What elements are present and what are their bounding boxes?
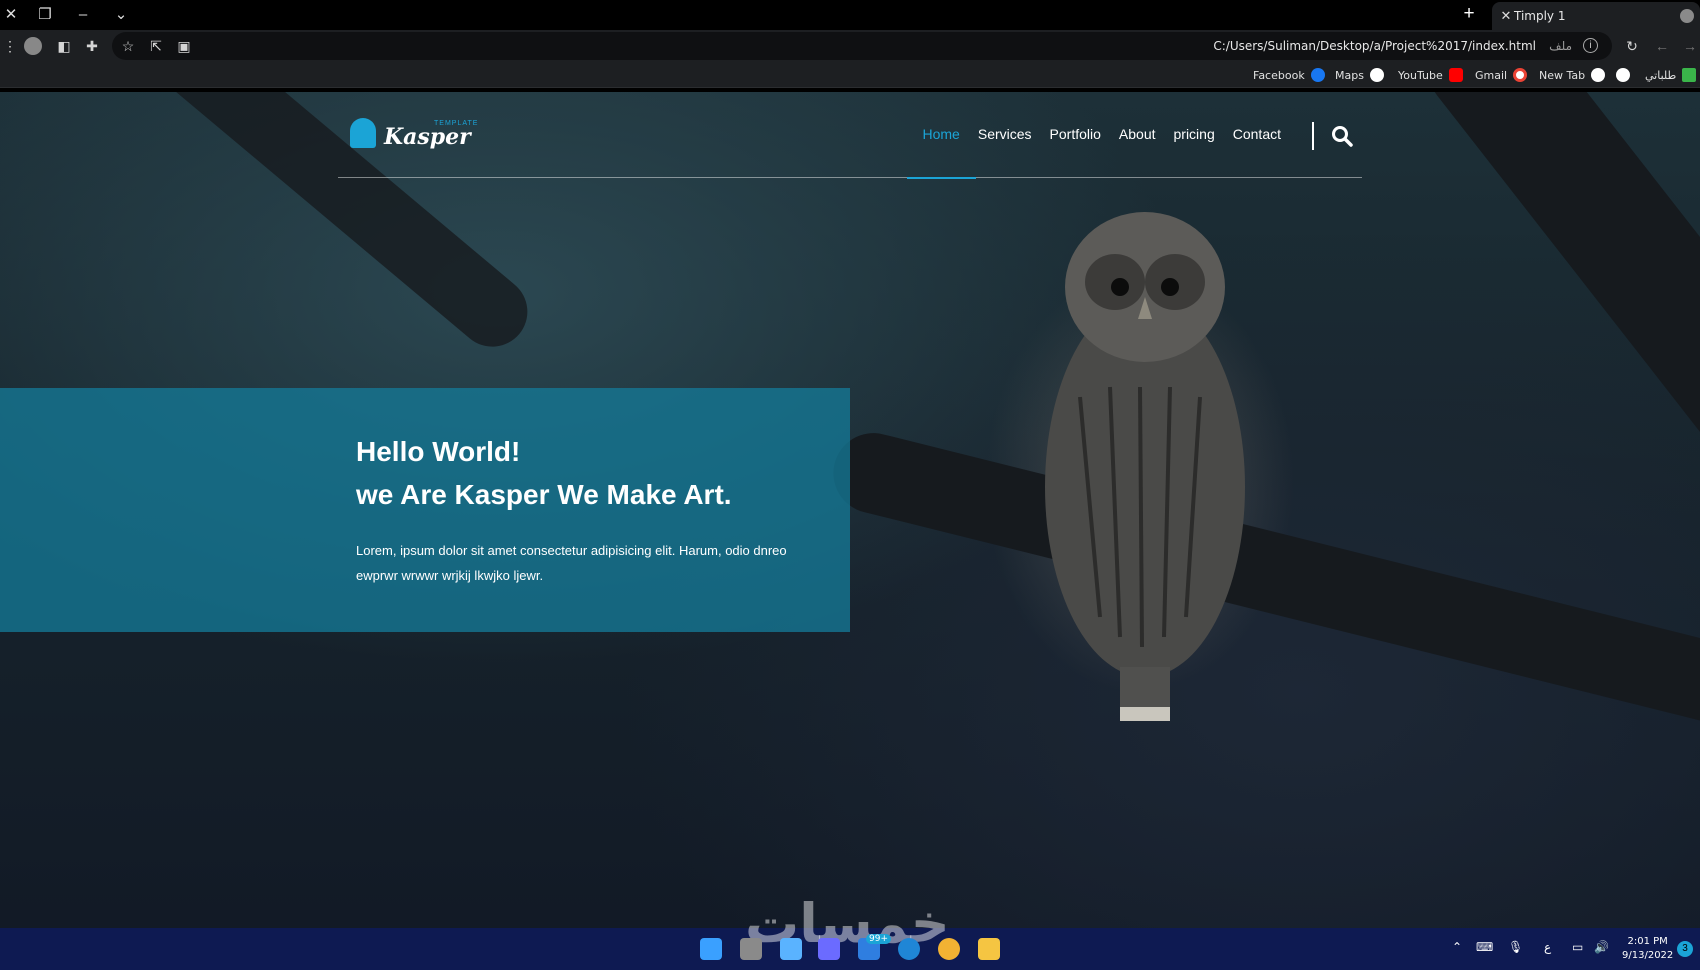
globe-icon: [1616, 68, 1630, 82]
owl-branch-shape: [824, 424, 1700, 740]
new-tab-button[interactable]: +: [1458, 4, 1480, 26]
extensions-icon[interactable]: ✚: [82, 36, 102, 56]
address-bar[interactable]: ☆ ⇱ ▣ C:/Users/Suliman/Desktop/a/Project…: [112, 32, 1612, 60]
owl-image: [1045, 212, 1245, 721]
bookmark-label: Facebook: [1253, 68, 1305, 82]
keyboard-icon[interactable]: ⌨: [1476, 940, 1493, 954]
hero-title: Hello World! we Are Kasper We Make Art.: [356, 430, 732, 516]
edge-icon[interactable]: [898, 938, 920, 960]
hero-title-line2: we Are Kasper We Make Art.: [356, 479, 732, 510]
windows-taskbar: خمسات 99+ ⌃ ⌨ 🎙 ع ▭ 🔊 2:01 PM 9/13/2022 …: [0, 892, 1700, 970]
globe-icon: [1591, 68, 1606, 82]
menu-dots-icon[interactable]: ⋮: [0, 36, 20, 56]
clock-time: 2:01 PM: [1627, 936, 1668, 947]
close-window-icon[interactable]: ✕: [0, 4, 22, 26]
chrome-icon[interactable]: [938, 938, 960, 960]
bookmark-label: Gmail: [1475, 68, 1508, 82]
tab-search-chevron-icon[interactable]: ⌄: [110, 4, 132, 26]
url-text[interactable]: C:/Users/Suliman/Desktop/a/Project%2017/…: [1213, 39, 1536, 53]
tab-favicon-icon: [1680, 9, 1694, 23]
tab-title: Timply 1: [1514, 9, 1566, 23]
tab-close-icon[interactable]: ✕: [1498, 8, 1514, 24]
bookmark-new-tab[interactable]: New Tab: [1539, 67, 1606, 83]
search-app-icon[interactable]: [740, 938, 762, 960]
youtube-icon: [1448, 68, 1463, 82]
bookmark-globe[interactable]: [1616, 67, 1630, 83]
bookmark-youtube[interactable]: YouTube: [1398, 67, 1463, 83]
hero-text: Lorem, ipsum dolor sit amet consectetur …: [356, 543, 787, 583]
bookmark-talabati[interactable]: طلباتي: [1645, 67, 1697, 83]
hero-box: Hello World! we Are Kasper We Make Art. …: [0, 388, 850, 632]
cast-icon[interactable]: ▣: [174, 36, 194, 56]
microphone-icon[interactable]: 🎙: [1508, 940, 1523, 954]
nav-portfolio[interactable]: Portfolio: [1041, 126, 1110, 142]
hero-title-line1: Hello World!: [356, 436, 521, 467]
bookmark-maps[interactable]: Maps: [1335, 67, 1384, 83]
logo-text: Kasper: [384, 124, 471, 150]
globe-icon: [1369, 68, 1384, 82]
reload-icon[interactable]: ↻: [1622, 36, 1642, 56]
browser-titlebar: ✕ ❐ – ⌄ + ✕ Timply 1: [0, 0, 1700, 30]
ghost-logo-icon: [350, 118, 376, 148]
google-icon: [1513, 68, 1528, 82]
url-scheme-label: ملف: [1549, 39, 1572, 53]
bookmark-favicon-icon: [1682, 68, 1697, 82]
nav-about[interactable]: About: [1110, 126, 1165, 142]
landing-page: TEMPLATE Kasper Home Services Portfolio …: [0, 92, 1700, 928]
volume-icon[interactable]: 🔊: [1594, 940, 1609, 954]
taskbar-clock[interactable]: 2:01 PM 9/13/2022: [1622, 935, 1673, 963]
nav-services[interactable]: Services: [969, 126, 1041, 142]
bookmark-label: YouTube: [1398, 68, 1443, 82]
bookmark-star-icon[interactable]: ☆: [118, 36, 138, 56]
network-icon[interactable]: ▭: [1572, 940, 1583, 954]
profile-avatar[interactable]: [24, 37, 42, 55]
minimize-icon[interactable]: –: [72, 4, 94, 26]
forward-icon[interactable]: →: [1680, 36, 1700, 56]
bookmark-facebook[interactable]: Facebook: [1253, 67, 1325, 83]
browser-tab[interactable]: ✕ Timply 1: [1492, 2, 1700, 30]
share-icon[interactable]: ⇱: [146, 36, 166, 56]
site-logo[interactable]: TEMPLATE Kasper: [350, 116, 480, 156]
notification-badge[interactable]: 3: [1677, 941, 1693, 957]
facebook-icon: [1310, 68, 1325, 82]
widgets-icon[interactable]: [780, 938, 802, 960]
clock-date: 9/13/2022: [1622, 950, 1674, 961]
side-panel-icon[interactable]: ◧: [54, 36, 74, 56]
bookmarks-bar: Facebook Maps YouTube Gmail New Tab طلبا…: [0, 62, 1700, 88]
windows-start-icon[interactable]: [700, 938, 722, 960]
back-icon[interactable]: ←: [1652, 36, 1672, 56]
bookmark-label: طلباتي: [1645, 68, 1677, 82]
nav-pricing[interactable]: pricing: [1165, 126, 1224, 142]
nav-contact[interactable]: Contact: [1224, 126, 1290, 142]
meet-icon[interactable]: [818, 938, 840, 960]
nav-home[interactable]: Home: [906, 126, 977, 179]
site-header: TEMPLATE Kasper Home Services Portfolio …: [338, 92, 1362, 179]
restore-icon[interactable]: ❐: [34, 4, 56, 26]
file-explorer-icon[interactable]: [978, 938, 1000, 960]
nav-divider: [1312, 122, 1314, 150]
input-language[interactable]: ع: [1544, 940, 1551, 954]
tray-chevron-icon[interactable]: ⌃: [1452, 940, 1462, 954]
bookmark-label: Maps: [1335, 68, 1364, 82]
bookmark-label: New Tab: [1539, 68, 1586, 82]
mail-badge: 99+: [866, 934, 891, 944]
site-info-icon[interactable]: i: [1583, 38, 1598, 53]
search-icon[interactable]: [1331, 125, 1353, 147]
browser-toolbar: ⋮ ◧ ✚ ☆ ⇱ ▣ C:/Users/Suliman/Desktop/a/P…: [0, 30, 1700, 62]
bookmark-gmail[interactable]: Gmail: [1475, 67, 1528, 83]
tree-trunk-shape: [1412, 92, 1700, 474]
main-nav: Home Services Portfolio About pricing Co…: [906, 126, 1291, 179]
